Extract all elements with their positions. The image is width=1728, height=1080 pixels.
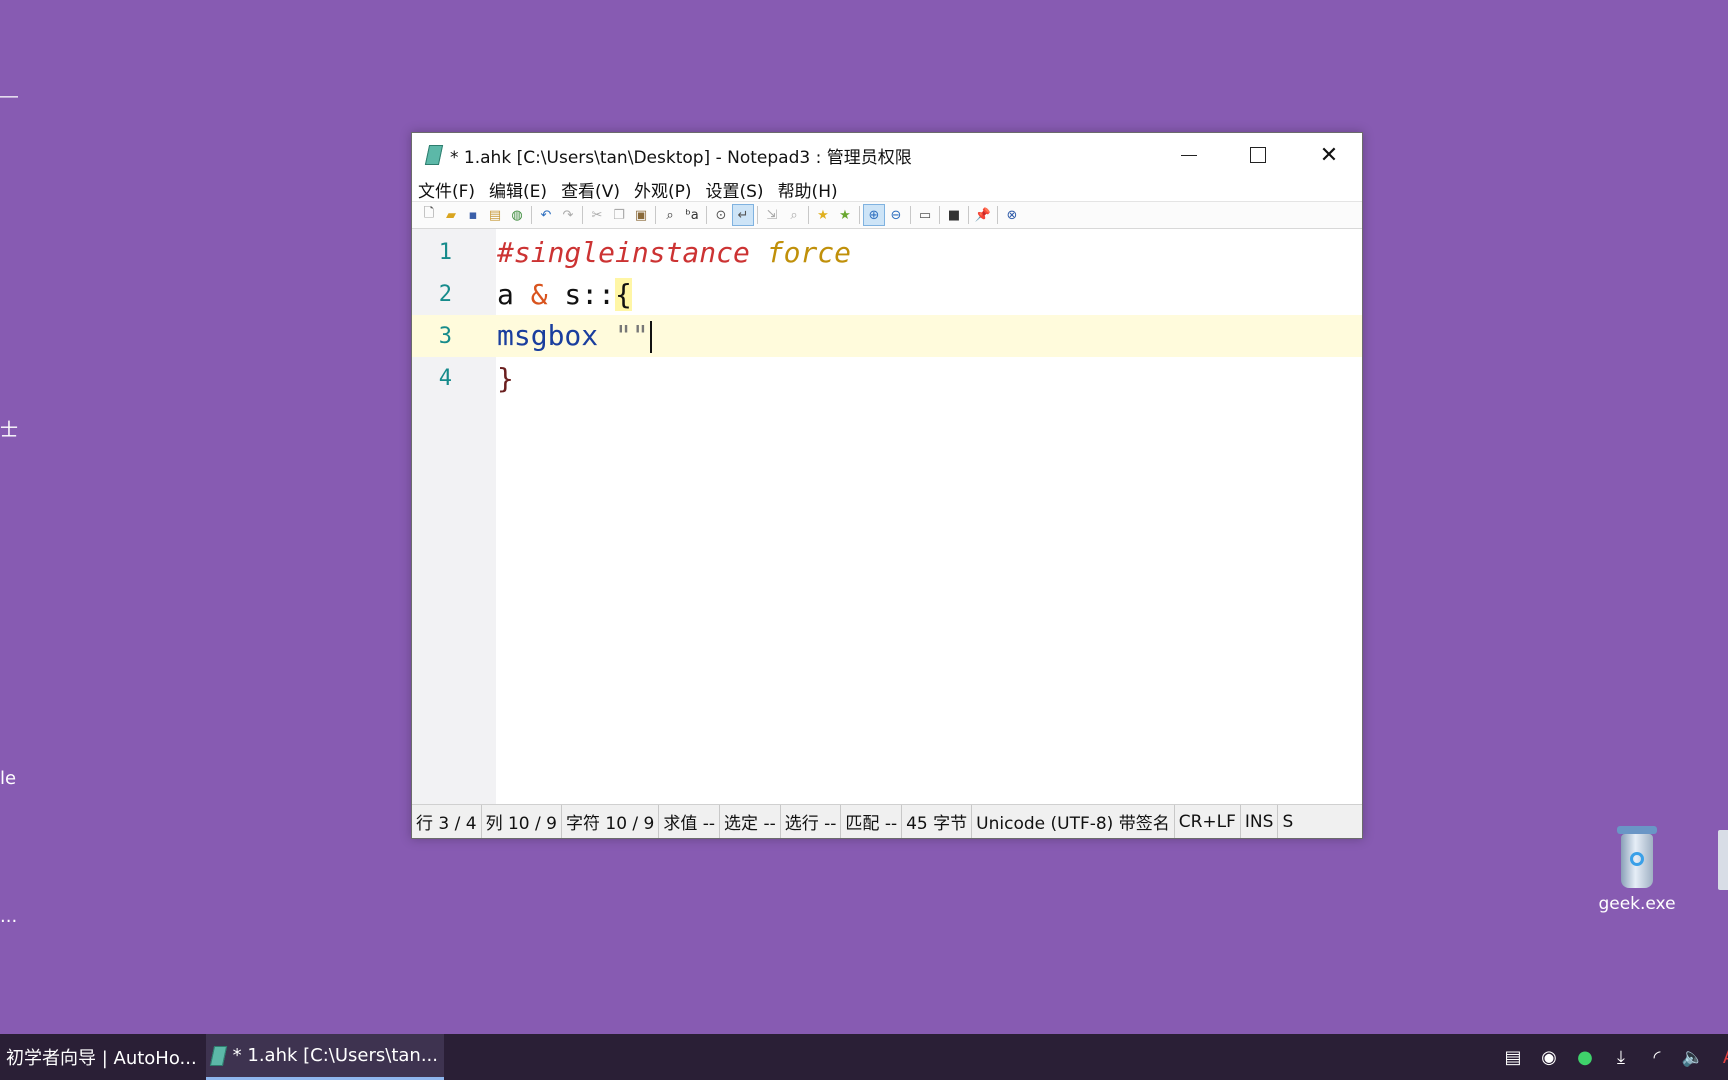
copy-icon[interactable]: ❐ bbox=[608, 204, 630, 226]
status-selected-lines[interactable]: 选行 -- bbox=[781, 805, 842, 838]
zoom-icon[interactable]: ⌕ bbox=[783, 204, 805, 226]
status-eol[interactable]: CR+LF bbox=[1175, 805, 1241, 838]
taskbar-item-label: * 1.ahk [C:\Users\tan... bbox=[232, 1045, 438, 1066]
save-as-icon[interactable]: ▤ bbox=[484, 204, 506, 226]
status-encoding[interactable]: Unicode (UTF-8) 带签名 bbox=[972, 805, 1175, 838]
save-icon[interactable]: ▪ bbox=[462, 204, 484, 226]
menu-appearance[interactable]: 外观(P) bbox=[634, 177, 692, 202]
code-text: } bbox=[497, 361, 514, 395]
minimize-button[interactable] bbox=[1154, 133, 1224, 177]
replace-icon[interactable]: ᵇa bbox=[681, 204, 703, 226]
system-tray: ▤ ◉ ● ⤓ ◜ 🔈 A bbox=[1500, 1034, 1728, 1080]
line-number: 1 bbox=[438, 239, 452, 265]
desktop-icon-label: geek.exe bbox=[1598, 894, 1676, 914]
input-method-icon[interactable]: A bbox=[1716, 1047, 1728, 1068]
taskbar: 初学者向导 | AutoHo... * 1.ahk [C:\Users\tan.… bbox=[0, 1034, 1728, 1080]
message-icon[interactable]: ▤ bbox=[1500, 1047, 1526, 1068]
status-bytes[interactable]: 45 字节 bbox=[902, 805, 973, 838]
notepad3-taskbar-icon bbox=[209, 1045, 227, 1066]
code-text: msgbox "" bbox=[497, 319, 652, 353]
wechat-icon[interactable]: ● bbox=[1572, 1047, 1598, 1068]
zoom-out-icon[interactable]: ⊖ bbox=[885, 204, 907, 226]
text-caret bbox=[649, 321, 652, 353]
code-text: #singleinstance force bbox=[497, 235, 852, 269]
favorites-icon[interactable]: ★ bbox=[834, 204, 856, 226]
menu-file[interactable]: 文件(F) bbox=[418, 177, 475, 202]
window-title: * 1.ahk [C:\Users\tan\Desktop] - Notepad… bbox=[450, 147, 912, 168]
exit-icon[interactable]: ⊗ bbox=[1001, 204, 1023, 226]
undo-icon[interactable]: ↶ bbox=[535, 204, 557, 226]
find-icon[interactable]: ⌕ bbox=[659, 204, 681, 226]
code-line: 2 a & s::{ bbox=[412, 273, 1362, 315]
code-line-current: 3 msgbox "" bbox=[412, 315, 1362, 357]
goto-icon[interactable]: ⇲ bbox=[761, 204, 783, 226]
open-file-icon[interactable]: ▰ bbox=[440, 204, 462, 226]
obs-icon[interactable]: ◉ bbox=[1536, 1047, 1562, 1068]
notepad3-app-icon bbox=[424, 145, 444, 165]
status-line[interactable]: 行 3 / 4 bbox=[412, 805, 482, 838]
cut-icon[interactable]: ✂ bbox=[586, 204, 608, 226]
maximize-button[interactable] bbox=[1223, 133, 1293, 177]
desktop-icon-partial[interactable] bbox=[1718, 830, 1728, 890]
screen-icon[interactable]: ■ bbox=[943, 204, 965, 226]
recycle-bin-icon bbox=[1611, 822, 1663, 892]
toolbar: 🗋 ▰ ▪ ▤ ◍ ↶ ↷ ✂ ❐ ▣ ⌕ ᵇa ⊙ ↵ ⇲ ⌕ ★ ★ ⊕ ⊖… bbox=[412, 201, 1362, 229]
desktop-fragment: le bbox=[0, 768, 17, 789]
find-in-files-icon[interactable]: ⊙ bbox=[710, 204, 732, 226]
line-number: 4 bbox=[438, 365, 452, 391]
taskbar-item-notepad3[interactable]: * 1.ahk [C:\Users\tan... bbox=[206, 1034, 444, 1080]
matched-brace: { bbox=[615, 277, 632, 311]
line-number: 3 bbox=[438, 323, 452, 349]
close-button[interactable]: ✕ bbox=[1294, 133, 1364, 177]
status-ins[interactable]: INS bbox=[1241, 805, 1279, 838]
word-wrap-icon[interactable]: ↵ bbox=[732, 204, 754, 226]
volume-icon[interactable]: 🔈 bbox=[1680, 1047, 1706, 1068]
notepad3-window: * 1.ahk [C:\Users\tan\Desktop] - Notepad… bbox=[411, 132, 1363, 839]
pin-icon[interactable]: 📌 bbox=[972, 204, 994, 226]
browse-icon[interactable]: ◍ bbox=[506, 204, 528, 226]
close-icon: ✕ bbox=[1319, 142, 1339, 168]
status-column[interactable]: 列 10 / 9 bbox=[482, 805, 562, 838]
maximize-icon bbox=[1250, 147, 1266, 163]
taskbar-item-autohotkey[interactable]: 初学者向导 | AutoHo... bbox=[0, 1034, 200, 1080]
status-selection[interactable]: 选定 -- bbox=[720, 805, 781, 838]
desktop-fragment: 士 bbox=[0, 420, 18, 441]
menu-edit[interactable]: 编辑(E) bbox=[489, 177, 547, 202]
title-bar[interactable]: * 1.ahk [C:\Users\tan\Desktop] - Notepad… bbox=[412, 133, 1362, 177]
status-match[interactable]: 匹配 -- bbox=[841, 805, 903, 838]
menu-view[interactable]: 查看(V) bbox=[561, 177, 620, 202]
bookmark-icon[interactable]: ★ bbox=[812, 204, 834, 226]
menu-settings[interactable]: 设置(S) bbox=[706, 177, 764, 202]
status-bar: 行 3 / 4 列 10 / 9 字符 10 / 9 求值 -- 选定 -- 选… bbox=[412, 804, 1362, 838]
status-char[interactable]: 字符 10 / 9 bbox=[562, 805, 660, 838]
editor-area[interactable]: 1 #singleinstance force 2 a & s::{ 3 msg… bbox=[412, 229, 1362, 805]
code-line: 4 } bbox=[412, 357, 1362, 399]
code-line: 1 #singleinstance force bbox=[412, 231, 1362, 273]
line-number: 2 bbox=[438, 281, 452, 307]
desktop-fragment: ― bbox=[0, 86, 18, 107]
new-file-icon[interactable]: 🗋 bbox=[418, 204, 440, 226]
desktop-icon-geek[interactable]: geek.exe bbox=[1592, 822, 1682, 914]
paste-icon[interactable]: ▣ bbox=[630, 204, 652, 226]
status-eval[interactable]: 求值 -- bbox=[659, 805, 721, 838]
wifi-icon[interactable]: ◜ bbox=[1644, 1047, 1670, 1068]
download-icon[interactable]: ⤓ bbox=[1608, 1047, 1634, 1068]
code-text: a & s::{ bbox=[497, 277, 632, 311]
desktop-fragment: ... bbox=[0, 906, 18, 927]
zoom-in-icon[interactable]: ⊕ bbox=[863, 204, 885, 226]
menu-help[interactable]: 帮助(H) bbox=[778, 177, 838, 202]
menu-bar: 文件(F) 编辑(E) 查看(V) 外观(P) 设置(S) 帮助(H) bbox=[412, 177, 1362, 202]
redo-icon[interactable]: ↷ bbox=[557, 204, 579, 226]
view-icon[interactable]: ▭ bbox=[914, 204, 936, 226]
status-style[interactable]: S bbox=[1278, 805, 1297, 838]
minimize-icon bbox=[1181, 154, 1197, 156]
